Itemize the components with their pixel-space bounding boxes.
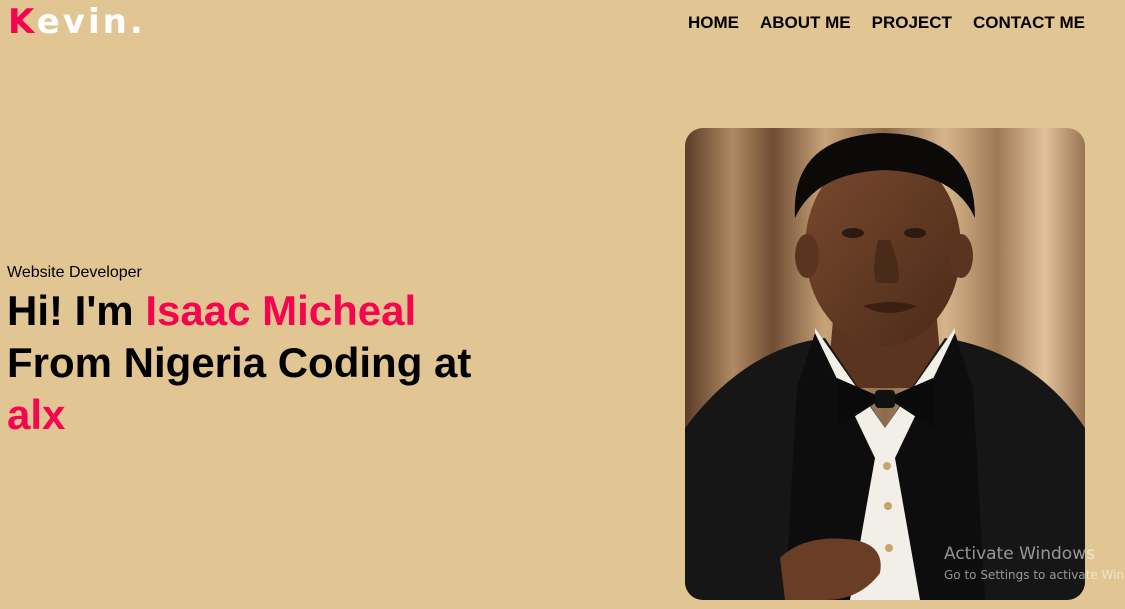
watermark-subtitle: Go to Settings to activate Windows.: [944, 568, 1125, 582]
hero-headline: Hi! I'm Isaac Micheal From Nigeria Coding…: [7, 285, 567, 441]
watermark-title: Activate Windows: [944, 544, 1095, 564]
nav-link-home[interactable]: HOME: [688, 12, 739, 34]
main-nav: HOME ABOUT ME PROJECT CONTACT ME: [688, 12, 1085, 34]
nav-item-home: HOME: [688, 12, 739, 34]
logo-initial: K: [8, 2, 37, 42]
nav-item-about: ABOUT ME: [760, 12, 851, 34]
hero-org: alx: [7, 391, 66, 438]
profile-photo: [685, 128, 1085, 600]
nav-link-about[interactable]: ABOUT ME: [760, 12, 851, 34]
nav-item-project: PROJECT: [872, 12, 952, 34]
hero-greeting: Hi! I'm: [7, 287, 146, 334]
hero-intro: Website Developer Hi! I'm Isaac Micheal F…: [7, 263, 567, 441]
hero-subtitle: Website Developer: [7, 264, 142, 281]
logo[interactable]: Kevin.: [8, 2, 146, 42]
nav-item-contact: CONTACT ME: [973, 12, 1085, 34]
nav-link-project[interactable]: PROJECT: [872, 12, 952, 34]
logo-rest: evin.: [36, 2, 146, 42]
nav-link-contact[interactable]: CONTACT ME: [973, 12, 1085, 34]
hero-name: Isaac Micheal: [145, 287, 417, 334]
activate-windows-watermark: Activate Windows Go to Settings to activ…: [944, 544, 1125, 586]
hero-line2: From Nigeria Coding at: [7, 339, 472, 386]
